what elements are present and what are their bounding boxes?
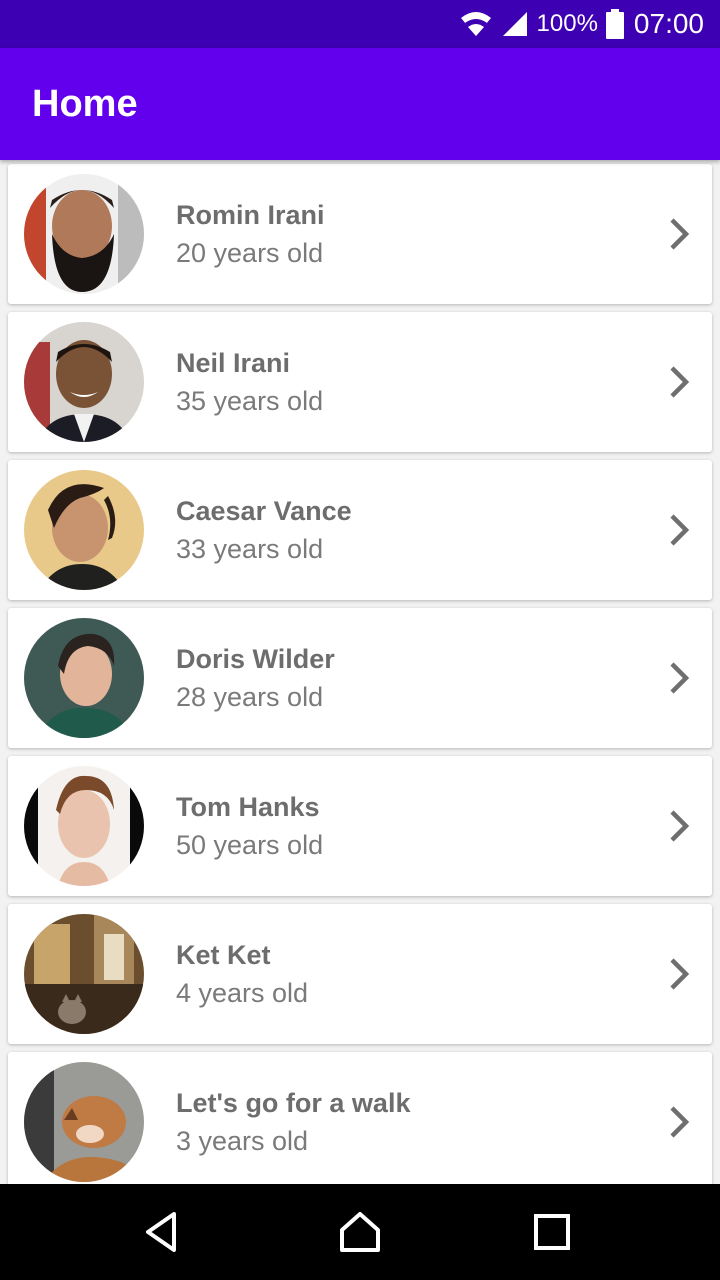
list-item[interactable]: Doris Wilder 28 years old (8, 608, 712, 748)
person-name: Caesar Vance (176, 496, 352, 526)
chevron-right-icon (670, 1106, 690, 1138)
people-list[interactable]: Romin Irani 20 years old Neil Irani 35 y… (0, 160, 720, 1184)
chevron-right-icon (670, 958, 690, 990)
person-name: Tom Hanks (176, 792, 320, 822)
person-name: Let's go for a walk (176, 1088, 411, 1118)
back-icon[interactable] (138, 1208, 186, 1256)
wifi-icon (459, 10, 493, 38)
battery-percent: 100% (536, 10, 598, 37)
person-name: Neil Irani (176, 348, 291, 378)
person-name: Doris Wilder (176, 644, 335, 674)
list-item[interactable]: Romin Irani 20 years old (8, 164, 712, 304)
list-item[interactable]: Ket Ket 4 years old (8, 904, 712, 1044)
person-age: 20 years old (176, 238, 324, 268)
chevron-right-icon (670, 810, 690, 842)
person-age: 4 years old (176, 978, 309, 1008)
person-age: 50 years old (176, 830, 324, 860)
list-item[interactable]: Neil Irani 35 years old (8, 312, 712, 452)
chevron-right-icon (670, 662, 690, 694)
battery-icon (605, 9, 624, 39)
signal-icon (501, 10, 529, 38)
avatar (24, 914, 144, 1034)
list-item[interactable]: Caesar Vance 33 years old (8, 460, 712, 600)
avatar (24, 1062, 144, 1182)
app-bar: Home (0, 48, 720, 160)
avatar (24, 322, 144, 442)
chevron-right-icon (670, 218, 690, 250)
list-item[interactable]: Tom Hanks 50 years old (8, 756, 712, 896)
person-age: 35 years old (176, 386, 324, 416)
status-bar: 100% 07:00 (0, 0, 720, 48)
clock: 07:00 (633, 8, 704, 39)
person-age: 28 years old (176, 682, 324, 712)
avatar (24, 618, 144, 738)
list-item[interactable]: Let's go for a walk 3 years old (8, 1052, 712, 1184)
home-icon[interactable] (336, 1208, 384, 1256)
person-name: Romin Irani (176, 200, 325, 230)
page-title: Home (32, 82, 138, 125)
navigation-bar (0, 1184, 720, 1280)
person-age: 33 years old (176, 534, 324, 564)
chevron-right-icon (670, 514, 690, 546)
person-name: Ket Ket (176, 940, 271, 970)
recents-icon[interactable] (528, 1208, 576, 1256)
avatar (24, 470, 144, 590)
person-age: 3 years old (176, 1126, 309, 1156)
avatar (24, 766, 144, 886)
chevron-right-icon (670, 366, 690, 398)
avatar (24, 174, 144, 294)
